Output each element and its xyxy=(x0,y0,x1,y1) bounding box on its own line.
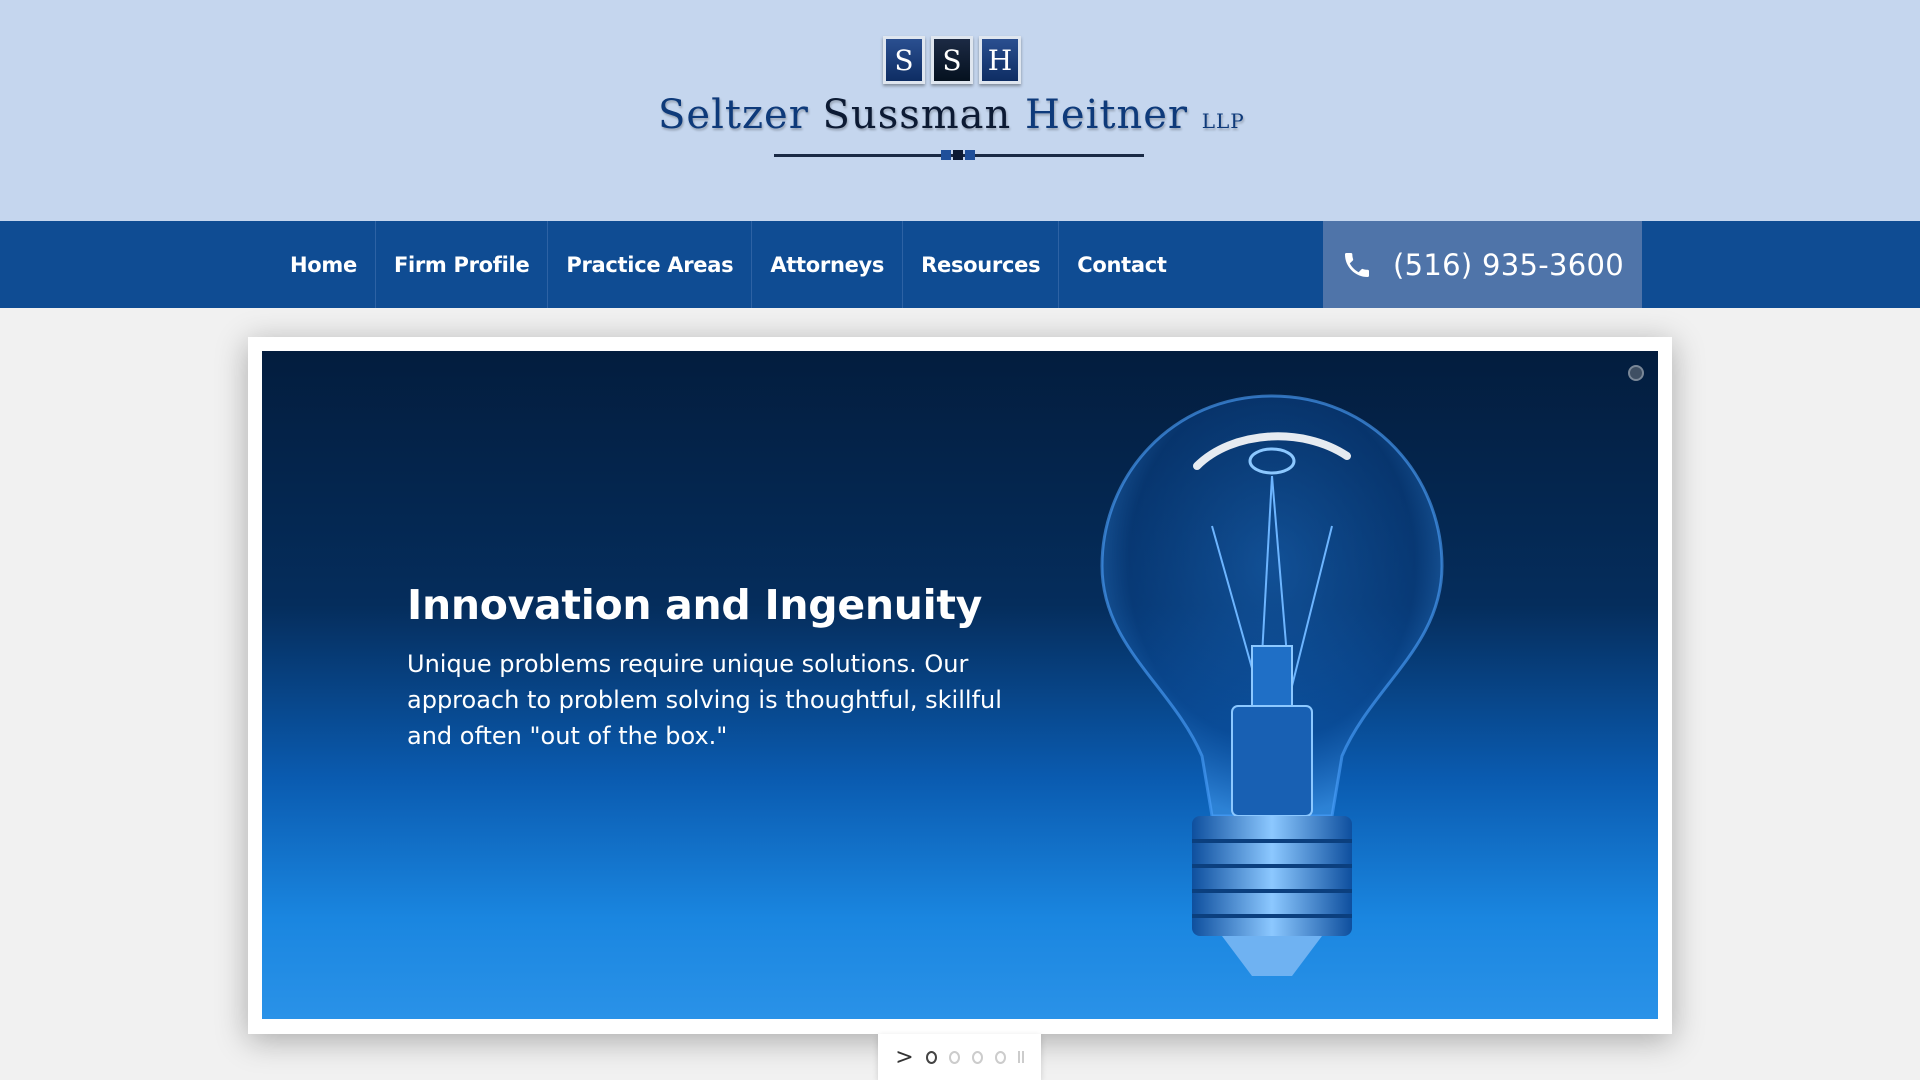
main-nav: Home Firm Profile Practice Areas Attorne… xyxy=(272,221,1185,308)
slide-caption: Innovation and Ingenuity Unique problems… xyxy=(407,581,1027,754)
logo-letter: S xyxy=(883,36,925,84)
lightbulb-image xyxy=(1100,394,1444,976)
logo-letter: S xyxy=(931,36,973,84)
slider-dot-1[interactable] xyxy=(925,1050,937,1064)
slider-dot-2[interactable] xyxy=(948,1050,960,1064)
slider-next-button[interactable]: > xyxy=(895,1045,913,1070)
hero-slide[interactable]: Innovation and Ingenuity Unique problems… xyxy=(262,351,1658,1019)
logo-name-heitner: Heitner xyxy=(1025,92,1188,138)
slide-body: Unique problems require unique solutions… xyxy=(407,650,1002,751)
nav-item-firm-profile[interactable]: Firm Profile xyxy=(376,221,549,308)
logo-monogram: S S H xyxy=(883,36,1021,84)
loading-spinner-icon xyxy=(1628,365,1644,381)
slider-controls: > xyxy=(878,1034,1041,1080)
logo-name-sussman: Sussman xyxy=(822,92,1026,138)
phone-icon xyxy=(1344,252,1369,277)
site-header: S S H Seltzer Sussman Heitner LLP xyxy=(0,0,1920,221)
hero-slider: Innovation and Ingenuity Unique problems… xyxy=(248,337,1672,1034)
nav-item-resources[interactable]: Resources xyxy=(903,221,1060,308)
logo-letter: H xyxy=(979,36,1021,84)
logo-name-seltzer: Seltzer xyxy=(658,92,823,138)
slider-pause-icon[interactable] xyxy=(1017,1051,1024,1063)
main-navbar: Home Firm Profile Practice Areas Attorne… xyxy=(0,221,1920,308)
nav-item-home[interactable]: Home xyxy=(272,221,376,308)
logo-firm-name: Seltzer Sussman Heitner LLP xyxy=(658,92,1258,142)
nav-item-attorneys[interactable]: Attorneys xyxy=(752,221,904,308)
slider-dot-3[interactable] xyxy=(971,1050,983,1064)
slider-dot-4[interactable] xyxy=(994,1050,1006,1064)
nav-item-contact[interactable]: Contact xyxy=(1059,221,1184,308)
phone-number: (516) 935-3600 xyxy=(1392,247,1625,282)
nav-item-practice-areas[interactable]: Practice Areas xyxy=(548,221,753,308)
phone-call-button[interactable]: (516) 935-3600 xyxy=(1323,221,1642,308)
logo-ornament xyxy=(941,150,975,160)
slide-title: Innovation and Ingenuity xyxy=(407,581,983,629)
logo-name-llp: LLP xyxy=(1201,109,1245,133)
site-logo[interactable]: S S H Seltzer Sussman Heitner LLP xyxy=(658,36,1258,170)
